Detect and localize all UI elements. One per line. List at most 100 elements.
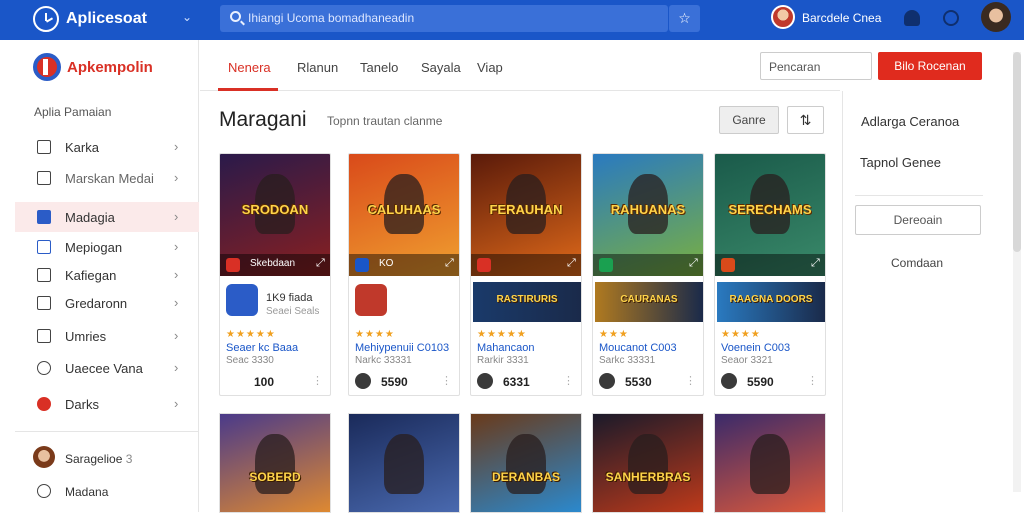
game-title[interactable]: Mahancaon	[477, 342, 535, 354]
genre-button[interactable]: Ganre	[719, 106, 779, 134]
more-icon[interactable]: ⋮	[441, 374, 452, 387]
bell-icon[interactable]	[904, 10, 920, 26]
search-placeholder: Ihiangi Ucoma bomadhaneadin	[248, 11, 415, 25]
chevron-down-icon[interactable]: ⌄	[182, 10, 192, 24]
scrollbar-thumb[interactable]	[1013, 52, 1021, 252]
chevron-right-icon: ›	[174, 239, 179, 254]
sidebar-item-madagia[interactable]: Madagia ›	[15, 202, 199, 232]
sidebar-item-label: Umries	[65, 329, 107, 344]
more-icon[interactable]: ⋮	[563, 374, 574, 387]
game-title[interactable]: Mehiypenuii C0103	[355, 342, 449, 354]
sidebar-user-name[interactable]: Saragelioe 3	[65, 452, 132, 466]
primary-button[interactable]: Bilo Rocenan	[878, 52, 982, 80]
share-icon[interactable]: ⤢	[567, 257, 576, 270]
tab-rlanun[interactable]: Rlanun	[297, 60, 338, 75]
character-figure	[750, 434, 790, 494]
scrollbar[interactable]	[1013, 52, 1021, 492]
sidebar-item-label: Gredaronn	[65, 296, 128, 311]
game-card[interactable]: SERECHAMS ⤢ RAAGNA DOORS ★★★★ Voenein C0…	[714, 153, 826, 396]
tab-viap[interactable]: Viap	[477, 60, 503, 75]
game-card[interactable]	[714, 413, 826, 513]
character-figure	[255, 434, 295, 494]
game-art-footer: ⤢	[471, 254, 581, 276]
tab-sayala[interactable]: Sayala	[421, 60, 461, 75]
right-panel-item[interactable]: Adlarga Ceranoa	[861, 114, 959, 129]
game-art: SANHERBRAS	[593, 414, 703, 512]
game-price: 5590	[381, 375, 408, 389]
search-icon	[230, 11, 241, 22]
app-title[interactable]: Aplicesoat	[66, 10, 147, 28]
search-options-button[interactable]: ☆	[669, 5, 700, 32]
banner-title: RAAGNA DOORS	[729, 294, 813, 305]
more-icon[interactable]: ⋮	[807, 374, 818, 387]
star-icon	[37, 210, 51, 224]
tab-search-input[interactable]: Pencaran	[760, 52, 872, 80]
sidebar-divider	[15, 431, 199, 432]
game-art-footer: Skebdaan ⤢	[220, 254, 330, 276]
user-name[interactable]: Barcdele Cnea	[802, 11, 881, 25]
chevron-right-icon: ›	[174, 170, 179, 185]
game-card[interactable]: SRODOAN Skebdaan ⤢ 1K9 fiada Seaei Seals…	[219, 153, 331, 396]
sidebar-item-label: Marskan Medai	[65, 171, 154, 186]
sidebar-item-marskan-medai[interactable]: Marskan Medai ›	[15, 163, 199, 193]
sidebar-item-darks[interactable]: Darks ›	[15, 389, 199, 419]
game-art-title: DERANBAS	[491, 470, 560, 484]
game-meta: 1K9 fiada	[266, 292, 313, 304]
game-card[interactable]	[348, 413, 460, 513]
sidebar-item-uaecee-vana[interactable]: Uaecee Vana ›	[15, 353, 199, 383]
game-card[interactable]: SANHERBRAS	[592, 413, 704, 513]
game-title[interactable]: Seaer kc Baaa	[226, 342, 298, 354]
game-card[interactable]: SOBERD	[219, 413, 331, 513]
game-thumb	[355, 284, 387, 316]
game-card[interactable]: RAHUANAS ⤢ CAURANAS ★★★ Moucanot C003 Sa…	[592, 153, 704, 396]
flag-icon	[37, 397, 51, 411]
chevron-right-icon: ›	[174, 267, 179, 282]
tab-bar: Nenera Rlanun Tanelo Sayala Viap	[200, 40, 840, 91]
more-icon[interactable]: ⋮	[685, 374, 696, 387]
game-card[interactable]: FERAUHAN ⤢ RASTIRURIS ★★★★★ Mahancaon Ra…	[470, 153, 582, 396]
share-icon[interactable]: ⤢	[811, 257, 820, 270]
tab-nenera[interactable]: Nenera	[228, 60, 271, 75]
sidebar-user-avatar[interactable]	[33, 446, 55, 468]
publisher-avatar	[721, 373, 737, 389]
rating-stars: ★★★★★	[226, 329, 276, 340]
profile-avatar[interactable]	[981, 2, 1011, 32]
right-panel-item[interactable]: Tapnol Genee	[860, 155, 941, 170]
globe-icon[interactable]	[943, 10, 959, 26]
sidebar-item-label: Madagia	[65, 210, 115, 225]
game-subtitle: Sarkc 33331	[599, 355, 656, 366]
game-title[interactable]: Moucanot C003	[599, 342, 677, 354]
brand-name[interactable]: Apkempolin	[67, 59, 153, 76]
tab-tanelo[interactable]: Tanelo	[360, 60, 398, 75]
game-art: FERAUHAN ⤢	[471, 154, 581, 276]
sidebar-item-mepiogan[interactable]: Mepiogan ›	[15, 232, 199, 262]
game-art-title: SRODOAN	[241, 202, 309, 217]
game-title[interactable]: Voenein C003	[721, 342, 790, 354]
user-avatar[interactable]	[771, 5, 795, 29]
chevron-right-icon: ›	[174, 139, 179, 154]
share-icon[interactable]: ⤢	[316, 257, 325, 270]
game-art: DERANBAS	[471, 414, 581, 512]
search-input[interactable]: Ihiangi Ucoma bomadhaneadin	[220, 5, 668, 32]
character-figure	[384, 434, 424, 494]
share-icon[interactable]: ⤢	[689, 257, 698, 270]
more-icon[interactable]: ⋮	[312, 374, 323, 387]
sidebar-item-gredaronn[interactable]: Gredaronn ›	[15, 288, 199, 318]
clock-logo-icon[interactable]	[33, 6, 59, 32]
banner-title: CAURANAS	[620, 294, 678, 305]
sidebar-item-madana[interactable]: Madana	[65, 485, 108, 499]
game-card[interactable]: DERANBAS	[470, 413, 582, 513]
app-icon	[355, 258, 369, 272]
sidebar-section-title: Aplia Pamaian	[34, 105, 112, 119]
right-panel-button[interactable]: Dereoain	[855, 205, 981, 235]
sidebar-item-umries[interactable]: Umries ›	[15, 321, 199, 351]
sidebar-item-karka[interactable]: Karka ›	[15, 132, 199, 162]
right-panel-item[interactable]: Comdaan	[891, 256, 943, 270]
sidebar-item-label: Darks	[65, 397, 99, 412]
game-card[interactable]: CALUHAAS KO ⤢ ★★★★ Mehiypenuii C0103 Nar…	[348, 153, 460, 396]
page-title: Maragani	[219, 108, 307, 131]
sort-icon[interactable]: ⇅	[787, 106, 824, 134]
game-art: SOBERD	[220, 414, 330, 512]
share-icon[interactable]: ⤢	[445, 257, 454, 270]
sidebar-item-kafiegan[interactable]: Kafiegan ›	[15, 260, 199, 290]
